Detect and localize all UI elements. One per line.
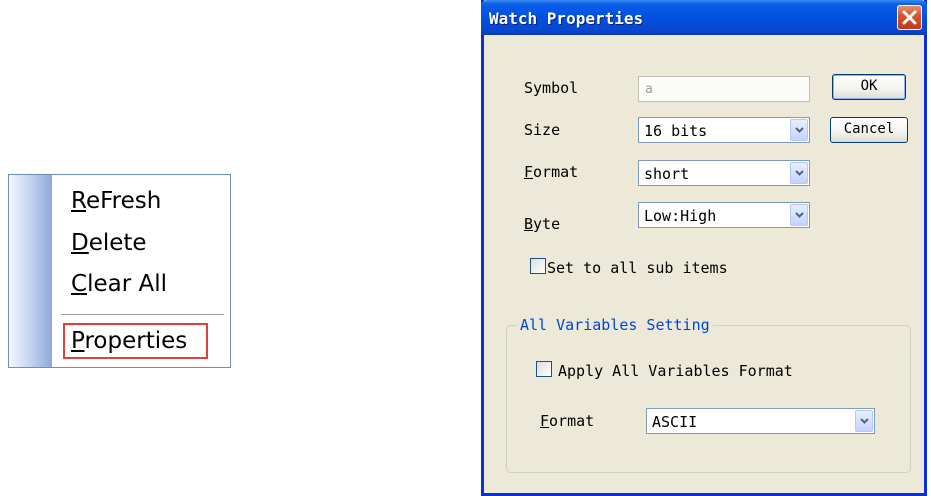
properties-highlight-box: Properties xyxy=(63,323,208,359)
size-dropdown-button[interactable] xyxy=(790,119,808,141)
format-dropdown-button[interactable] xyxy=(790,162,808,184)
chevron-down-icon xyxy=(795,212,804,218)
size-dropdown[interactable]: 16 bits xyxy=(638,117,810,143)
group-title: All Variables Setting xyxy=(517,316,713,334)
set-all-sub-items-checkbox[interactable] xyxy=(530,258,546,274)
dialog-title: Watch Properties xyxy=(489,9,644,28)
set-all-sub-items-label: Set to all sub items xyxy=(547,259,728,277)
menu-item-clear-all[interactable]: Clear All xyxy=(71,270,167,298)
chevron-down-icon xyxy=(795,127,804,133)
context-menu-side-strip xyxy=(9,175,52,367)
byte-dropdown-button[interactable] xyxy=(790,204,808,226)
symbol-label: Symbol xyxy=(524,79,579,97)
close-button[interactable] xyxy=(897,5,922,30)
byte-dropdown[interactable]: Low:High xyxy=(638,202,810,228)
format-value: short xyxy=(644,165,690,183)
cancel-button[interactable]: Cancel xyxy=(830,117,908,143)
menu-item-delete[interactable]: Delete xyxy=(71,229,147,257)
menu-separator xyxy=(61,314,224,315)
chevron-down-icon xyxy=(860,418,869,424)
byte-label: Byte xyxy=(524,215,561,233)
context-menu: ReFresh Delete Clear All Properties xyxy=(8,174,231,368)
ok-button[interactable]: OK xyxy=(832,74,906,100)
group-format-value: ASCII xyxy=(652,413,698,431)
group-format-dropdown[interactable]: ASCII xyxy=(646,408,875,434)
symbol-field: a xyxy=(638,76,810,102)
watch-properties-dialog: Watch Properties Symbol a Size 16 bits F… xyxy=(481,0,927,496)
dialog-titlebar: Watch Properties xyxy=(481,0,927,35)
group-format-dropdown-button[interactable] xyxy=(855,410,873,432)
format-dropdown[interactable]: short xyxy=(638,160,810,186)
chevron-down-icon xyxy=(795,170,804,176)
byte-value: Low:High xyxy=(644,207,717,225)
apply-all-variables-label: Apply All Variables Format xyxy=(558,362,793,380)
group-format-label: Format xyxy=(540,412,595,430)
size-label: Size xyxy=(524,121,561,139)
menu-item-refresh[interactable]: ReFresh xyxy=(71,187,161,215)
close-icon xyxy=(902,10,917,25)
size-value: 16 bits xyxy=(644,122,708,140)
menu-item-properties[interactable]: Properties xyxy=(71,327,187,355)
format-label: Format xyxy=(524,163,579,181)
all-variables-setting-group: All Variables Setting Apply All Variable… xyxy=(506,316,911,473)
apply-all-variables-checkbox[interactable] xyxy=(536,361,552,377)
